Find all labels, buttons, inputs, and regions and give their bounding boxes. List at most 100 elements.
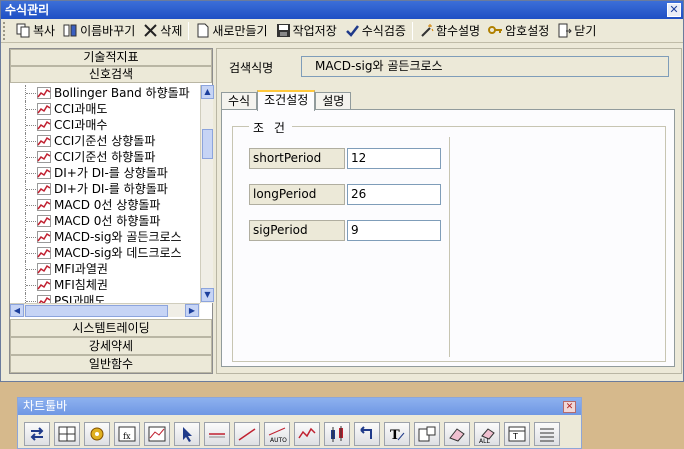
tree-item[interactable]: DI+가 DI-를 하향돌파 [10, 181, 200, 197]
tree-item[interactable]: DI+가 DI-를 상향돌파 [10, 165, 200, 181]
new-label: 새로만들기 [212, 24, 268, 38]
function-help-button[interactable]: 함수설명 [415, 21, 484, 41]
tree-item[interactable]: CCI기준선 하향돌파 [10, 149, 200, 165]
magic-wand-icon [419, 23, 434, 38]
svg-text:T: T [512, 432, 518, 441]
wave-line-button[interactable] [294, 422, 320, 446]
sig-period-input[interactable]: 9 [347, 220, 441, 241]
info-box-icon [418, 426, 436, 442]
erase-all-button[interactable]: ALL [474, 422, 500, 446]
copy-icon [16, 23, 31, 38]
table-button[interactable]: T [504, 422, 530, 446]
search-name-field[interactable]: MACD-sig와 골든크로스 [301, 56, 669, 77]
save-button[interactable]: 작업저장 [272, 21, 341, 41]
formula-fx-button[interactable]: fx [114, 422, 140, 446]
horizontal-line-button[interactable] [204, 422, 230, 446]
scroll-right-icon[interactable]: ▶ [185, 304, 199, 317]
verify-button[interactable]: 수식검증 [341, 21, 410, 41]
list-button[interactable] [534, 422, 560, 446]
group-system-trading[interactable]: 시스템트레이딩 [10, 319, 212, 337]
tree-horizontal-scrollbar[interactable]: ◀ ▶ [10, 303, 200, 317]
search-name-label: 검색식명 [229, 61, 274, 75]
verify-label: 수식검증 [361, 24, 406, 38]
indicator-chart-icon [37, 247, 51, 259]
chart-toolbar-titlebar[interactable]: 차트툴바 [18, 398, 581, 415]
table-icon: T [508, 426, 526, 442]
rename-button[interactable]: 이름바꾸기 [59, 21, 139, 41]
tree-item-selected[interactable]: MACD-sig와 골든크로스 [10, 229, 200, 245]
close-button[interactable]: 닫기 [553, 21, 600, 41]
tree-item[interactable]: CCI과매도 [10, 101, 200, 117]
split-window-button[interactable] [54, 422, 80, 446]
settings-gear-button[interactable] [84, 422, 110, 446]
window-titlebar[interactable]: 수식관리 ✕ [1, 1, 683, 19]
long-period-input[interactable]: 26 [347, 184, 441, 205]
scroll-down-icon[interactable]: ▼ [201, 288, 214, 302]
exit-door-icon [557, 23, 572, 38]
check-icon [345, 23, 360, 38]
chart-grid-icon [148, 426, 166, 442]
tree-item[interactable]: Bollinger Band 하향돌파 [10, 85, 200, 101]
tab-condition-settings[interactable]: 조건설정 [257, 90, 316, 111]
svg-text:T: T [390, 428, 400, 443]
param-label: longPeriod [249, 184, 345, 205]
tree-vertical-scrollbar[interactable]: ▲ ▼ [200, 85, 214, 303]
window-close-button[interactable]: ✕ [667, 3, 681, 17]
scroll-left-icon[interactable]: ◀ [10, 304, 24, 317]
tree-item-label: MFI과열권 [54, 262, 108, 276]
tree-item[interactable]: CCI과매수 [10, 117, 200, 133]
copy-button[interactable]: 복사 [12, 21, 59, 41]
scroll-up-icon[interactable]: ▲ [201, 85, 214, 99]
swap-arrows-button[interactable] [24, 422, 50, 446]
tree-item[interactable]: MACD-sig와 데드크로스 [10, 245, 200, 261]
indicator-chart-icon [37, 215, 51, 227]
tree-item[interactable]: MFI과열권 [10, 261, 200, 277]
indicator-chart-icon [37, 183, 51, 195]
candle-button[interactable] [324, 422, 350, 446]
indicator-chart-icon [37, 135, 51, 147]
svg-text:fx: fx [123, 432, 131, 441]
chart-toolbar-close-icon[interactable]: ✕ [563, 401, 576, 413]
tree-item-label: Bollinger Band 하향돌파 [54, 86, 190, 100]
detail-tabs: 수식 조건설정 설명 [221, 90, 352, 111]
toolbar-grip[interactable] [3, 21, 9, 40]
tree-item[interactable]: CCI기준선 상향돌파 [10, 133, 200, 149]
tree-item[interactable]: MACD 0선 하향돌파 [10, 213, 200, 229]
tree-item[interactable]: MFI침체권 [10, 277, 200, 293]
indicator-chart-icon [37, 279, 51, 291]
param-label: sigPeriod [249, 220, 345, 241]
text-tool-button[interactable]: T [384, 422, 410, 446]
info-box-button[interactable] [414, 422, 440, 446]
short-period-input[interactable]: 12 [347, 148, 441, 169]
undo-arrow-button[interactable] [354, 422, 380, 446]
chart-tool-buttons: fx AUTO T ALL T [24, 422, 564, 446]
group-signal-search[interactable]: 신호검색 [10, 66, 212, 83]
save-icon [276, 23, 291, 38]
erase-all-icon: ALL [479, 428, 495, 443]
scroll-thumb-horizontal[interactable] [25, 305, 168, 317]
group-technical-indicators[interactable]: 기술적지표 [10, 49, 212, 66]
tree-item-label: DI+가 DI-를 상향돌파 [54, 166, 168, 180]
new-button[interactable]: 새로만들기 [191, 21, 271, 41]
password-button[interactable]: 암호설정 [484, 21, 553, 41]
auto-trend-line-button[interactable]: AUTO [264, 422, 290, 446]
group-strength[interactable]: 강세약세 [10, 337, 212, 355]
tree-item-label: DI+가 DI-를 하향돌파 [54, 182, 168, 196]
trend-line-button[interactable] [234, 422, 260, 446]
indicator-chart-icon [37, 231, 51, 243]
group-general-functions[interactable]: 일반함수 [10, 355, 212, 373]
eraser-button[interactable] [444, 422, 470, 446]
delete-button[interactable]: 삭제 [139, 21, 186, 41]
key-icon [488, 23, 503, 38]
copy-label: 복사 [33, 24, 56, 38]
tree-item[interactable]: PSI과매도 [10, 293, 200, 303]
chart-grid-button[interactable] [144, 422, 170, 446]
pointer-cursor-button[interactable] [174, 422, 200, 446]
tree-item[interactable]: MACD 0선 상향돌파 [10, 197, 200, 213]
scroll-thumb-vertical[interactable] [202, 129, 213, 159]
delete-label: 삭제 [160, 24, 183, 38]
indicator-chart-icon [37, 103, 51, 115]
split-window-icon [58, 426, 76, 442]
swap-arrows-icon [30, 427, 44, 441]
close-label: 닫기 [574, 24, 597, 38]
